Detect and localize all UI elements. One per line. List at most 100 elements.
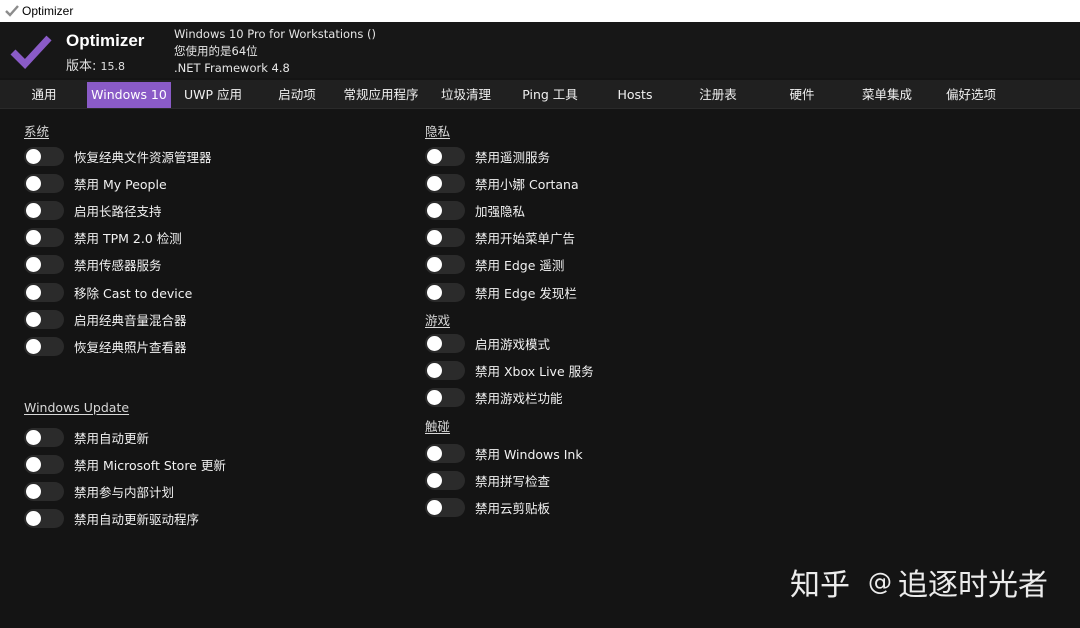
tab-common-apps[interactable]: 常规应用程序 (335, 82, 427, 108)
tab-hardware[interactable]: 硬件 (776, 82, 828, 108)
toggle-switch[interactable] (425, 497, 465, 517)
toggle-switch[interactable] (24, 427, 64, 447)
toggle-switch[interactable] (24, 282, 64, 302)
tab-menu-integration[interactable]: 菜单集成 (852, 82, 922, 108)
arch-info: 您使用的是64位 (174, 44, 258, 58)
toggle-switch[interactable] (425, 470, 465, 490)
watermark-platform: 知乎 (790, 568, 850, 603)
option-label: 禁用 TPM 2.0 检测 (74, 230, 182, 246)
toggle-switch[interactable] (425, 360, 465, 380)
toggle-knob (26, 256, 41, 272)
option-disable-driver-updates: 禁用自动更新驱动程序 (24, 507, 199, 529)
tab-startup[interactable]: 启动项 (266, 82, 328, 108)
toggle-knob (26, 483, 41, 499)
toggle-knob (427, 175, 442, 191)
toggle-knob (427, 445, 442, 461)
system-info: Windows 10 Pro for Workstations () 您使用的是… (174, 26, 376, 77)
option-label: 禁用拼写检查 (475, 473, 551, 489)
tab-preferences[interactable]: 偏好选项 (937, 82, 1005, 108)
toggle-knob (26, 202, 41, 218)
toggle-switch[interactable] (425, 254, 465, 274)
option-label: 启用游戏模式 (475, 336, 551, 352)
option-disable-insider-program: 禁用参与内部计划 (24, 480, 174, 502)
option-classic-volume-mixer: 启用经典音量混合器 (24, 308, 187, 330)
options-panel: 系统 恢复经典文件资源管理器 禁用 My People 启用长路径支持 禁用 T… (0, 110, 1080, 628)
option-label: 加强隐私 (475, 203, 526, 219)
toggle-knob (427, 499, 442, 515)
toggle-switch[interactable] (425, 146, 465, 166)
option-disable-telemetry: 禁用遥测服务 (425, 145, 550, 167)
toggle-switch[interactable] (425, 387, 465, 407)
os-info: Windows 10 Pro for Workstations () (174, 27, 376, 41)
option-label: 禁用 My People (74, 176, 167, 192)
option-disable-cloud-clipboard: 禁用云剪贴板 (425, 496, 550, 518)
toggle-switch[interactable] (425, 282, 465, 302)
option-label: 禁用 Edge 遥测 (475, 257, 565, 273)
option-disable-start-menu-ads: 禁用开始菜单广告 (425, 226, 575, 248)
toggle-knob (427, 148, 442, 164)
app-logo-check-icon (10, 34, 52, 70)
tab-hosts[interactable]: Hosts (605, 82, 665, 108)
option-disable-windows-ink: 禁用 Windows Ink (425, 442, 583, 464)
tab-ping-tool[interactable]: Ping 工具 (515, 82, 585, 108)
toggle-knob (26, 510, 41, 526)
toggle-switch[interactable] (24, 146, 64, 166)
option-enable-game-mode: 启用游戏模式 (425, 332, 550, 354)
option-label: 禁用参与内部计划 (74, 484, 175, 500)
option-disable-cortana: 禁用小娜 Cortana (425, 172, 579, 194)
option-label: 恢复经典文件资源管理器 (74, 149, 212, 165)
toggle-switch[interactable] (24, 227, 64, 247)
option-enable-long-paths: 启用长路径支持 (24, 199, 162, 221)
toggle-knob (427, 284, 442, 300)
app-header: Optimizer 版本: 15.8 Windows 10 Pro for Wo… (0, 22, 1080, 78)
option-label: 禁用传感器服务 (74, 257, 162, 273)
toggle-switch[interactable] (24, 200, 64, 220)
option-label: 禁用小娜 Cortana (475, 176, 579, 192)
option-disable-edge-discover-bar: 禁用 Edge 发现栏 (425, 281, 577, 303)
option-label: 启用经典音量混合器 (74, 312, 187, 328)
option-label: 禁用开始菜单广告 (475, 230, 576, 246)
section-title-privacy: 隐私 (425, 124, 451, 139)
toggle-knob (26, 456, 41, 472)
toggle-switch[interactable] (24, 454, 64, 474)
section-title-gaming: 游戏 (425, 313, 451, 328)
toggle-switch[interactable] (425, 443, 465, 463)
option-label: 禁用 Edge 发现栏 (475, 285, 577, 301)
section-title-windows-update: Windows Update (24, 400, 130, 415)
toggle-knob (26, 148, 41, 164)
tab-general[interactable]: 通用 (18, 82, 70, 108)
toggle-switch[interactable] (24, 481, 64, 501)
toggle-knob (26, 429, 41, 445)
toggle-switch[interactable] (425, 200, 465, 220)
option-disable-spellcheck: 禁用拼写检查 (425, 469, 550, 491)
option-disable-sensor-service: 禁用传感器服务 (24, 253, 162, 275)
tab-windows10[interactable]: Windows 10 (87, 82, 171, 108)
toggle-switch[interactable] (24, 173, 64, 193)
tab-cleaner[interactable]: 垃圾清理 (432, 82, 500, 108)
section-title-system: 系统 (24, 124, 50, 139)
tab-registry[interactable]: 注册表 (687, 82, 749, 108)
option-disable-tpm-check: 禁用 TPM 2.0 检测 (24, 226, 182, 248)
toggle-knob (427, 362, 442, 378)
toggle-switch[interactable] (425, 227, 465, 247)
toggle-switch[interactable] (24, 336, 64, 356)
framework-info: .NET Framework 4.8 (174, 61, 290, 75)
option-label: 移除 Cast to device (74, 285, 193, 301)
option-enhance-privacy: 加强隐私 (425, 199, 525, 221)
option-restore-classic-explorer: 恢复经典文件资源管理器 (24, 145, 212, 167)
option-label: 禁用云剪贴板 (475, 500, 551, 516)
toggle-knob (26, 175, 41, 191)
toggle-switch[interactable] (425, 173, 465, 193)
watermark-at: @ (868, 568, 892, 596)
toggle-switch[interactable] (24, 309, 64, 329)
option-disable-xbox-live: 禁用 Xbox Live 服务 (425, 359, 594, 381)
option-label: 启用长路径支持 (74, 203, 162, 219)
option-label: 禁用自动更新 (74, 430, 150, 446)
toggle-switch[interactable] (24, 254, 64, 274)
option-label: 禁用 Microsoft Store 更新 (74, 457, 226, 473)
toggle-switch[interactable] (24, 508, 64, 528)
watermark-author: 追逐时光者 (898, 568, 1048, 603)
tab-uwp-apps[interactable]: UWP 应用 (176, 82, 250, 108)
toggle-switch[interactable] (425, 333, 465, 353)
option-disable-auto-updates: 禁用自动更新 (24, 426, 149, 448)
